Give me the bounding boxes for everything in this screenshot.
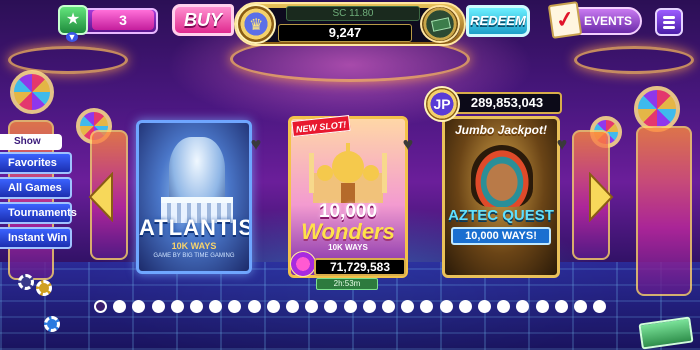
menu-icon-line <box>663 26 675 29</box>
cash-icon[interactable] <box>420 5 460 43</box>
page-dot[interactable] <box>458 300 472 313</box>
coin-icon: ♛ <box>236 4 276 44</box>
game-title-word: Wonders <box>301 219 395 244</box>
lobby-screen: ★ 3 ▼ BUY ♛ SC 11.80 9,247 REDEEM EVENTS… <box>0 0 700 350</box>
game-card-atlantis[interactable]: ATLANTIS 10K WAYS GAME BY BIG TIME GAMIN… <box>136 120 252 274</box>
chip-icon <box>18 274 34 290</box>
game-subtitle: 10,000 WAYS! <box>451 227 551 245</box>
heart-icon[interactable]: ♥ <box>398 134 418 154</box>
page-dot[interactable] <box>382 300 395 313</box>
page-dot[interactable] <box>132 300 146 313</box>
page-dot[interactable] <box>151 300 165 313</box>
buy-button[interactable]: BUY <box>172 4 234 36</box>
page-dot[interactable] <box>286 300 299 313</box>
chip-icon <box>44 316 60 332</box>
game-brand: GAME BY BIG TIME GAMING <box>153 253 235 259</box>
prize-wheel <box>10 70 54 114</box>
page-dot[interactable] <box>305 300 319 313</box>
coin-balance: 9,247 <box>278 24 412 42</box>
page-dot[interactable] <box>478 300 491 313</box>
page-dot[interactable] <box>209 300 223 313</box>
page-dot[interactable] <box>516 300 530 313</box>
filter-tournaments[interactable]: Tournaments <box>0 202 77 224</box>
level-number: 3 <box>92 10 154 30</box>
menu-icon <box>663 16 675 19</box>
filter-favorites[interactable]: Favorites <box>0 152 72 174</box>
show-label: Show <box>0 134 62 150</box>
countdown-timer: 2h:53m <box>316 278 378 290</box>
jackpot-flower-icon <box>290 251 316 277</box>
game-title: AZTEC QUEST <box>448 207 554 224</box>
chip-icon <box>36 280 52 296</box>
page-dot[interactable] <box>535 300 549 313</box>
page-dot[interactable] <box>401 300 415 313</box>
jackpot-value: 289,853,043 <box>452 92 562 114</box>
events-check-icon: ✓ <box>547 1 583 39</box>
filter-instant-win[interactable]: Instant Win <box>0 227 72 249</box>
page-dot[interactable] <box>420 300 434 313</box>
heart-icon[interactable]: ♥ <box>552 134 572 154</box>
redeem-button[interactable]: REDEEM <box>466 5 530 37</box>
page-dot[interactable] <box>554 300 568 313</box>
aztec-warrior-figure <box>471 145 533 207</box>
page-dot[interactable] <box>113 300 127 313</box>
heart-icon[interactable]: ♥ <box>246 134 266 154</box>
palace-image <box>309 143 387 203</box>
page-dot[interactable] <box>266 300 280 313</box>
arrow-right-icon[interactable] <box>586 171 616 223</box>
page-dot[interactable] <box>324 300 338 313</box>
filter-all-games[interactable]: All Games <box>0 177 72 199</box>
level-star-icon: ★ <box>58 5 88 35</box>
jackpot-amount: 71,729,583 <box>314 258 406 276</box>
menu-icon-line <box>663 21 675 24</box>
jp-badge-icon: JP <box>424 86 460 122</box>
chevron-down-icon[interactable]: ▼ <box>66 32 78 42</box>
page-dot[interactable] <box>593 300 607 313</box>
casino-chips <box>14 270 70 340</box>
game-subtitle: 10K WAYS <box>328 243 368 252</box>
page-dot[interactable] <box>497 300 511 313</box>
page-dot[interactable] <box>190 300 203 313</box>
jumbo-jackpot-banner: Jumbo Jackpot! <box>454 123 547 137</box>
sc-balance: SC 11.80 <box>286 6 420 21</box>
page-dot[interactable] <box>170 300 184 313</box>
ceiling-light-ring <box>574 46 694 74</box>
background-slot-machine <box>636 126 692 296</box>
game-card-aztec-quest[interactable]: Jumbo Jackpot! AZTEC QUEST 10,000 WAYS! <box>442 116 560 278</box>
page-dot[interactable] <box>228 300 242 313</box>
page-dot[interactable] <box>343 300 357 313</box>
arrow-left-icon[interactable] <box>86 171 116 223</box>
page-dot[interactable] <box>94 300 107 313</box>
page-dot[interactable] <box>574 300 587 313</box>
page-dot[interactable] <box>362 300 376 313</box>
menu-button[interactable] <box>655 8 683 36</box>
game-title: ATLANTIS <box>139 215 252 240</box>
game-subtitle: 10K WAYS <box>171 241 217 251</box>
pagination-dots[interactable] <box>94 300 614 314</box>
page-dot[interactable] <box>247 300 261 313</box>
page-dot[interactable] <box>439 300 453 313</box>
